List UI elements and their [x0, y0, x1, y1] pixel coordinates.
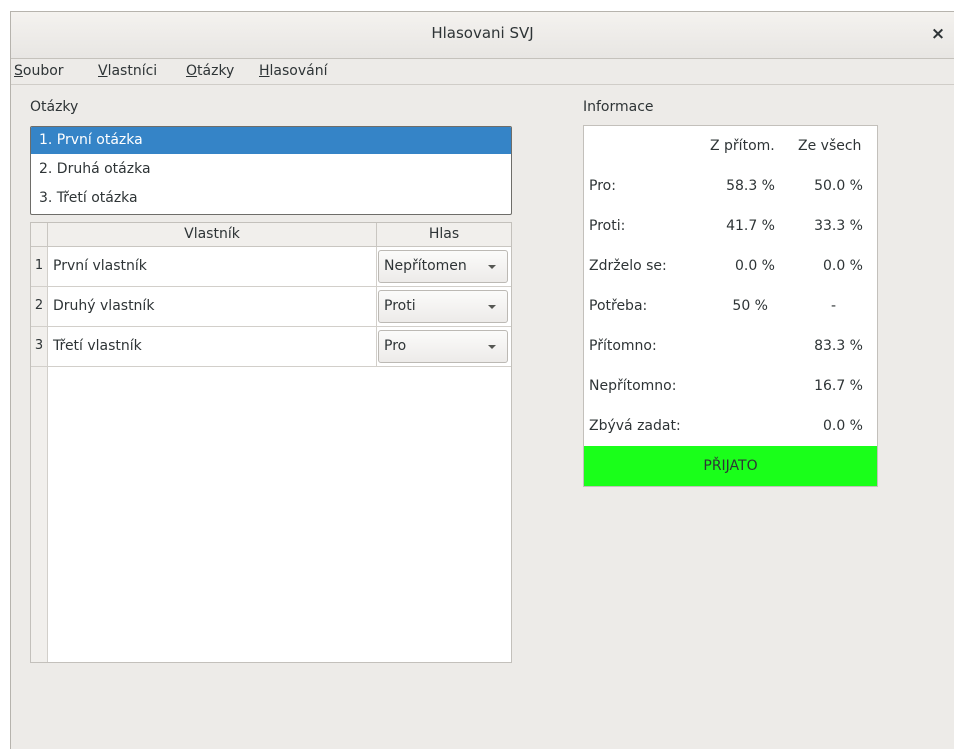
info-col-present: Z přítom. [710, 138, 775, 154]
vote-cell: Pro [377, 327, 511, 367]
owner-cell[interactable]: První vlastník [48, 247, 377, 287]
row-number: 2 [31, 287, 48, 327]
info-row-label: Přítomno: [589, 338, 657, 354]
info-row-present: 0.0 % [734, 258, 775, 274]
info-row-label: Proti: [589, 218, 626, 234]
info-row-present: 50 % [732, 298, 768, 314]
info-label: Informace [583, 99, 654, 115]
info-row-all: - [830, 298, 836, 314]
row-number: 3 [31, 327, 48, 367]
menu-bar: Soubor Vlastníci Otázky Hlasování [11, 59, 954, 85]
menu-hlasovani[interactable]: Hlasování [259, 63, 328, 79]
info-row-present: 58.3 % [726, 178, 775, 194]
menu-mnemonic: S [14, 63, 23, 79]
vote-cell: Nepřítomen [377, 247, 511, 287]
vote-dropdown[interactable]: Pro [378, 330, 508, 363]
vote-dropdown[interactable]: Proti [378, 290, 508, 323]
question-item[interactable]: 1. První otázka [31, 127, 511, 154]
row-number: 1 [31, 247, 48, 287]
owners-table: Vlastník Hlas 1 První vlastník Nepřítome… [30, 222, 512, 663]
window-title: Hlasovani SVJ [431, 24, 534, 42]
info-row-label: Potřeba: [589, 298, 648, 314]
questions-label: Otázky [30, 99, 79, 115]
title-bar[interactable]: Hlasovani SVJ × [11, 12, 954, 59]
menu-label: lasování [269, 63, 328, 79]
menu-mnemonic: O [186, 63, 198, 79]
info-row-all: 0.0 % [822, 418, 863, 434]
result-status: PŘIJATO [584, 446, 877, 486]
chevron-down-icon [488, 345, 496, 349]
owner-cell[interactable]: Třetí vlastník [48, 327, 377, 367]
info-col-all: Ze všech [798, 138, 862, 154]
vote-value: Pro [384, 338, 407, 354]
vote-value: Proti [384, 298, 416, 314]
chevron-down-icon [488, 305, 496, 309]
header-vote[interactable]: Hlas [377, 223, 511, 247]
close-button[interactable]: × [928, 24, 948, 44]
info-panel: Z přítom. Ze všech Pro: 58.3 % 50.0 % Pr… [583, 125, 878, 487]
info-row-label: Nepřítomno: [589, 378, 677, 394]
app-window: Hlasovani SVJ × Soubor Vlastníci Otázky … [10, 11, 954, 749]
question-item[interactable]: 2. Druhá otázka [31, 156, 511, 183]
info-row-all: 16.7 % [814, 378, 863, 394]
menu-label: oubor [22, 63, 64, 79]
corner-header [31, 223, 48, 247]
menu-vlastnici[interactable]: Vlastníci [98, 63, 157, 79]
info-row-all: 83.3 % [814, 338, 863, 354]
chevron-down-icon [488, 265, 496, 269]
menu-label: lastníci [107, 63, 158, 79]
menu-label: tázky [197, 63, 235, 79]
vote-value: Nepřítomen [384, 258, 467, 274]
vote-cell: Proti [377, 287, 511, 327]
menu-mnemonic: V [98, 63, 108, 79]
menu-soubor[interactable]: Soubor [14, 63, 64, 79]
questions-list[interactable]: 1. První otázka 2. Druhá otázka 3. Třetí… [30, 126, 512, 215]
table-row: 1 První vlastník Nepřítomen [31, 247, 511, 287]
menu-otazky[interactable]: Otázky [186, 63, 234, 79]
info-row-label: Zbývá zadat: [589, 418, 681, 434]
info-row-label: Pro: [589, 178, 616, 194]
table-row: 3 Třetí vlastník Pro [31, 327, 511, 367]
question-item[interactable]: 3. Třetí otázka [31, 185, 511, 212]
info-row-present: 41.7 % [726, 218, 775, 234]
info-row-all: 33.3 % [814, 218, 863, 234]
info-row-all: 0.0 % [822, 258, 863, 274]
info-row-label: Zdrželo se: [589, 258, 667, 274]
header-owner[interactable]: Vlastník [48, 223, 377, 247]
vote-dropdown[interactable]: Nepřítomen [378, 250, 508, 283]
owner-cell[interactable]: Druhý vlastník [48, 287, 377, 327]
table-row: 2 Druhý vlastník Proti [31, 287, 511, 327]
menu-mnemonic: H [259, 63, 270, 79]
info-row-all: 50.0 % [814, 178, 863, 194]
